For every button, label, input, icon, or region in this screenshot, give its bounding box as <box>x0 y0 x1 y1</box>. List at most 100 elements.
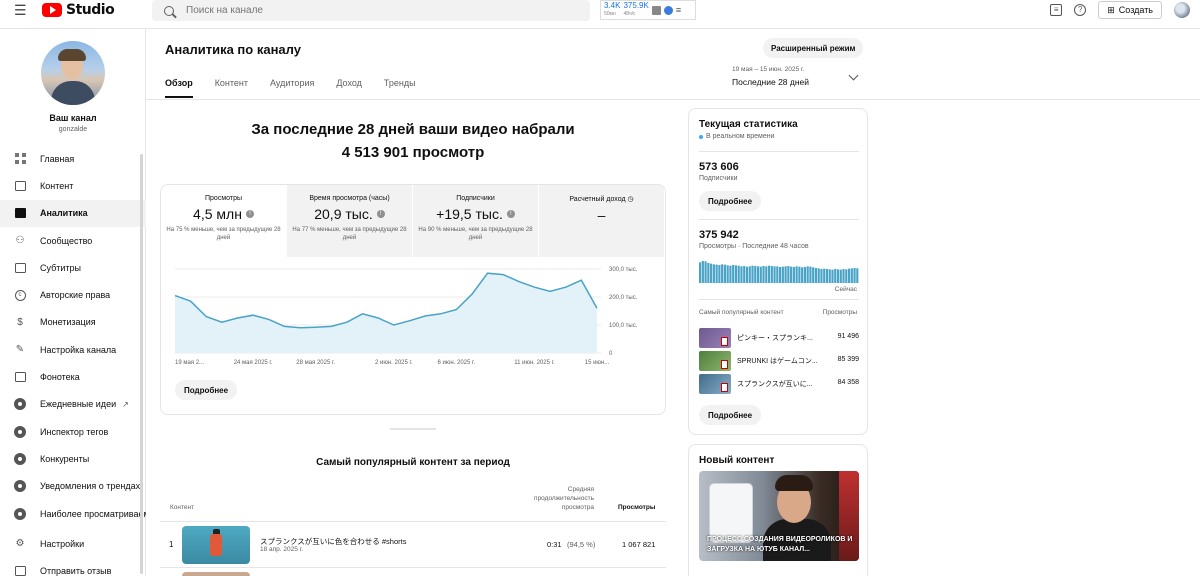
warning-icon[interactable]: ! <box>245 210 254 218</box>
sidebar-item-community[interactable]: ⚇ Сообщество <box>0 227 146 254</box>
thumbnail-hair <box>775 475 813 491</box>
video-views: 91 496 <box>837 333 859 340</box>
realtime-bar <box>745 266 749 283</box>
x-tick-label: 15 июн... <box>585 360 610 365</box>
chevron-down-icon[interactable] <box>848 70 859 81</box>
tab-overview[interactable]: Обзор <box>165 78 193 98</box>
tab-revenue[interactable]: Доход <box>336 78 362 98</box>
views-chart[interactable]: 300,0 тыс. 200,0 тыс. 100,0 тыс. 0 19 мая 2.… <box>161 265 665 365</box>
sidebar-item-ideas[interactable]: Ежедневные идеи ↗ <box>0 391 146 418</box>
subscribers-label: Подписчики <box>699 175 738 182</box>
new-video-thumbnail[interactable]: ПРОЦЕСС СОЗДАНИЯ ВИДЕОРОЛИКОВ И ЗАГРУЗКА… <box>699 471 859 561</box>
realtime-bar <box>790 266 793 283</box>
metric-label: Расчетный доход ◷ <box>539 195 664 203</box>
metric-compare: На 75 % меньше, чем за предыдущие 28 дне… <box>166 227 281 241</box>
metric-watch-time[interactable]: Время просмотра (часы) 20,9 тыс.! На 77 … <box>287 185 413 257</box>
realtime-bar <box>699 262 702 283</box>
community-icon: ⚇ <box>15 235 25 247</box>
list-item[interactable]: スプランクスが互いに... 84 358 <box>699 374 859 394</box>
realtime-bar-chart[interactable] <box>699 259 859 283</box>
audio-library-icon <box>14 372 26 383</box>
channel-avatar[interactable] <box>41 41 105 105</box>
sidebar-item-tag-inspector[interactable]: Инспектор тегов <box>0 418 146 445</box>
sidebar-item-label: Ежедневные идеи <box>40 399 117 410</box>
realtime-bar <box>776 266 779 283</box>
realtime-bar <box>726 265 729 283</box>
sidebar-item-competitors[interactable]: Конкуренты <box>0 445 146 472</box>
realtime-bar <box>751 265 754 283</box>
create-button[interactable]: ⊞ Создать <box>1098 1 1162 19</box>
realtime-bar <box>856 268 859 283</box>
sidebar-item-subtitles[interactable]: Субтитры <box>0 254 146 281</box>
sidebar-item-trend-alerts[interactable]: Уведомления о трендах <box>0 473 146 500</box>
sidebar-item-settings[interactable]: ⚙ Настройки <box>0 530 146 557</box>
video-thumbnail[interactable] <box>182 526 250 564</box>
metric-revenue[interactable]: Расчетный доход ◷ – <box>539 185 665 257</box>
sidebar-item-monetization[interactable]: $ Монетизация <box>0 309 146 336</box>
now-label: Сейчас <box>834 286 857 293</box>
ext-stat-2-label: 48ч/с <box>623 11 636 17</box>
metric-subscribers[interactable]: Подписчики +19,5 тыс.! На 90 % меньше, ч… <box>413 185 539 257</box>
realtime-bar <box>801 267 804 283</box>
warning-icon[interactable]: ! <box>376 210 385 218</box>
sidebar-item-content[interactable]: Контент <box>0 172 146 199</box>
metric-label: Время просмотра (часы) <box>309 195 390 202</box>
col-avg-duration[interactable]: Средняя продолжительность просмотра <box>512 485 594 512</box>
realtime-divider <box>699 299 859 300</box>
col-content[interactable]: Контент <box>170 504 194 511</box>
warning-icon[interactable]: ! <box>506 210 515 218</box>
ext-telegram-icon[interactable] <box>663 5 673 15</box>
tab-audience[interactable]: Аудитория <box>270 78 314 98</box>
realtime-bar <box>795 266 798 283</box>
metric-value-row: 20,9 тыс.! <box>287 206 412 222</box>
date-range-picker[interactable]: 19 мая – 15 июн. 2025 г. Последние 28 дн… <box>732 66 809 87</box>
sidebar-item-customization[interactable]: ✎ Настройка канала <box>0 336 146 363</box>
realtime-bar <box>784 266 787 283</box>
sidebar: Ваш канал gonzalde Главная Контент Анали… <box>0 29 146 576</box>
search-icon[interactable] <box>164 5 174 16</box>
sidebar-scrollbar[interactable] <box>140 154 143 574</box>
sidebar-item-copyright[interactable]: c Авторские права <box>0 281 146 308</box>
sidebar-item-label: Инспектор тегов <box>40 426 109 437</box>
sidebar-item-label: Отправить отзыв <box>40 566 112 576</box>
account-avatar[interactable] <box>1174 2 1190 18</box>
subscribers-more-button[interactable]: Подробнее <box>699 191 762 211</box>
new-content-card: Новый контент ПРОЦЕСС СОЗДАНИЯ ВИДЕОРОЛИ… <box>688 444 868 576</box>
tab-trends[interactable]: Тренды <box>384 78 416 98</box>
tab-content[interactable]: Контент <box>215 78 248 98</box>
messages-icon[interactable]: ≡ <box>1050 4 1063 16</box>
metric-views[interactable]: Просмотры 4,5 млн! На 75 % меньше, чем з… <box>161 185 287 257</box>
subtitles-icon <box>14 262 26 273</box>
sidebar-item-audio-library[interactable]: Фонотека <box>0 363 146 390</box>
section-divider <box>390 428 436 430</box>
ext-box-icon[interactable] <box>651 5 661 15</box>
table-row[interactable]: 1 スプランクスが互いに色を合わせる #shorts 18 апр. 2025 … <box>160 524 666 566</box>
monetization-icon: $ <box>17 316 23 328</box>
search-input[interactable] <box>186 5 566 16</box>
video-thumbnail-next[interactable] <box>182 572 250 576</box>
search-bar[interactable] <box>152 0 590 21</box>
realtime-bar <box>737 265 740 283</box>
sidebar-item-dashboard[interactable]: Главная <box>0 145 146 172</box>
sidebar-item-label: Главная <box>40 153 75 164</box>
metric-tabs: Просмотры 4,5 млн! На 75 % меньше, чем з… <box>161 185 665 257</box>
list-item[interactable]: ピンキー・スプランキ... 91 496 <box>699 328 859 348</box>
col-views[interactable]: Просмотры <box>618 504 655 511</box>
sidebar-item-most-viewed[interactable]: Наиболее просматриваемые <box>0 500 146 527</box>
sidebar-item-feedback[interactable]: Отправить отзыв <box>0 557 146 576</box>
help-icon[interactable]: ? <box>1074 4 1087 16</box>
advanced-mode-button[interactable]: Расширенный режим <box>763 38 864 58</box>
realtime-bar <box>707 263 710 283</box>
realtime-bar <box>845 269 848 283</box>
popular-more-button[interactable]: Подробнее <box>699 405 762 425</box>
ext-menu-icon[interactable]: ≡ <box>676 5 681 15</box>
menu-icon[interactable]: ☰ <box>14 3 27 17</box>
chart-more-button[interactable]: Подробнее <box>175 380 238 400</box>
sidebar-item-label: Монетизация <box>40 317 96 328</box>
list-item[interactable]: SPRUNKI はゲームコン... 85 399 <box>699 351 859 371</box>
studio-logo[interactable]: Studio <box>42 2 115 18</box>
realtime-bar <box>712 264 715 283</box>
extension-widget[interactable]: 3.4K 50мн 375.9K 48ч/с ≡ <box>600 0 696 20</box>
video-views: 1 067 821 <box>622 540 656 549</box>
sidebar-item-analytics[interactable]: Аналитика <box>0 199 146 227</box>
